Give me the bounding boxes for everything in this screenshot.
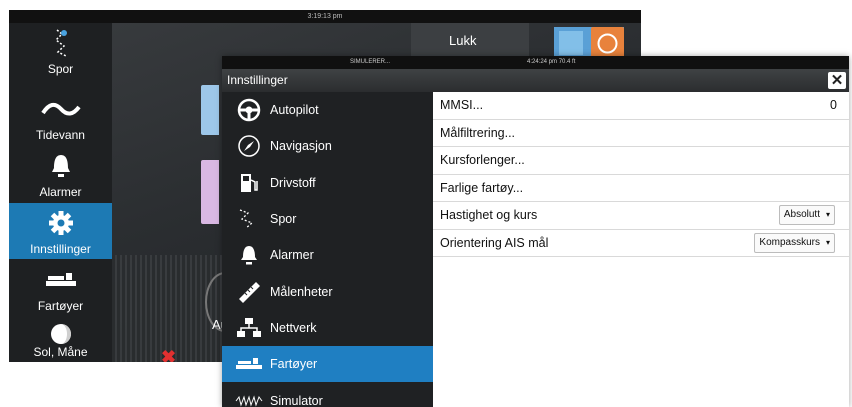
vessels-icon (9, 265, 112, 295)
simulator-icon (230, 386, 268, 407)
tile-sol-mane[interactable]: Sol, Måne (9, 317, 112, 362)
tile-label: Fartøyer (37, 299, 84, 313)
setting-row-course-extension[interactable]: Kursforlenger... (433, 147, 849, 175)
speed-course-dropdown[interactable]: Absolutt ▾ (778, 205, 835, 225)
menu-item-fartoyer[interactable]: Fartøyer (222, 346, 433, 383)
menu-item-drivstoff[interactable]: Drivstoff (222, 165, 433, 201)
background-status-bar: 3:19:13 pm (9, 10, 641, 23)
dropdown-value: Absolutt (783, 209, 820, 220)
tile-alarmer[interactable]: Alarmer (9, 146, 112, 202)
setting-label: MMSI... (440, 98, 484, 112)
tile-innstillinger[interactable]: Innstillinger (9, 203, 112, 259)
background-panel-edge (201, 160, 219, 224)
gear-icon (9, 208, 112, 238)
menu-item-label: Drivstoff (270, 175, 316, 190)
menu-item-label: Nettverk (270, 320, 317, 335)
ais-orientation-dropdown[interactable]: Kompasskurs ▾ (754, 232, 835, 253)
settings-dialog: SIMULERER... 4:24:24 pm 70.4 ft Innstill… (222, 56, 849, 407)
menu-item-label: Autopilot (270, 103, 319, 118)
close-icon: ✕ (830, 72, 844, 89)
setting-value: 0 (830, 98, 837, 112)
tile-label: Alarmer (39, 185, 82, 199)
alarm-x-icon: ✖ (161, 347, 177, 362)
dialog-title: Innstillinger (227, 73, 288, 87)
setting-row-target-filter[interactable]: Målfiltrering... (433, 120, 849, 147)
setting-label: Kursforlenger... (440, 153, 525, 167)
chart-thumbnail-icon (559, 31, 583, 55)
menu-item-label: Spor (270, 212, 297, 227)
menu-item-autopilot[interactable]: Autopilot (222, 92, 433, 128)
ruler-icon (230, 277, 268, 307)
close-button[interactable]: ✕ (828, 72, 846, 89)
settings-list: MMSI... 0 Målfiltrering... Kursforlenger… (433, 92, 849, 257)
setting-label: Målfiltrering... (440, 125, 516, 140)
bell-icon (9, 151, 112, 181)
menu-item-spor[interactable]: Spor (222, 201, 433, 237)
tile-label: Sol, Måne (33, 345, 88, 359)
menu-item-alarmer[interactable]: Alarmer (222, 237, 433, 273)
setting-row-mmsi[interactable]: MMSI... 0 (433, 92, 849, 120)
tile-label: Innstillinger (30, 242, 91, 256)
tile-spor[interactable]: Spor (9, 23, 112, 79)
setting-row-speed-course: Hastighet og kurs Absolutt ▾ (433, 202, 849, 230)
track-icon (9, 28, 112, 58)
background-close-button[interactable]: Lukk (411, 23, 529, 57)
fuel-icon (230, 168, 268, 198)
background-panel-edge (201, 85, 219, 135)
autopilot-icon (230, 95, 268, 125)
setting-label: Hastighet og kurs (440, 208, 538, 222)
tide-icon (9, 94, 112, 124)
status-bar: SIMULERER... 4:24:24 pm 70.4 ft (222, 56, 849, 69)
menu-item-label: Fartøyer (270, 357, 318, 372)
compass-icon (230, 131, 268, 161)
settings-menu: Autopilot Navigasjon Drivstoff Spor Alar… (222, 92, 433, 407)
menu-item-label: Navigasjon (270, 139, 332, 154)
menu-item-malenheter[interactable]: Målenheter (222, 273, 433, 309)
setting-row-ais-orientation: Orientering AIS mål Kompasskurs ▾ (433, 230, 849, 257)
tile-fartoyer[interactable]: Fartøyer (9, 260, 112, 316)
menu-item-label: Alarmer (270, 248, 314, 263)
menu-item-simulator[interactable]: Simulator (222, 382, 433, 407)
menu-item-label: Simulator (270, 393, 323, 407)
dialog-title-bar: Innstillinger ✕ (222, 69, 849, 92)
bell-icon (230, 240, 268, 270)
track-icon (230, 204, 268, 234)
tile-tidevann[interactable]: Tidevann (9, 89, 112, 145)
vessels-icon (230, 349, 268, 379)
time-depth-readout: 4:24:24 pm 70.4 ft (527, 59, 576, 65)
chevron-down-icon: ▾ (825, 237, 830, 247)
menu-item-nettverk[interactable]: Nettverk (222, 310, 433, 346)
simulation-status: SIMULERER... (350, 59, 391, 65)
menu-item-label: Målenheter (270, 284, 333, 299)
dropdown-value: Kompasskurs (759, 236, 820, 248)
background-sidebar: Spor Tidevann Alarmer Innstillinger Fart… (9, 23, 112, 362)
network-icon (230, 313, 268, 343)
setting-label: Farlige fartøy... (440, 180, 524, 195)
setting-label: Orientering AIS mål (440, 235, 549, 250)
menu-item-navigasjon[interactable]: Navigasjon (222, 128, 433, 164)
tile-label: Tidevann (36, 128, 85, 142)
background-clock: 3:19:13 pm (307, 13, 343, 20)
tile-label: Spor (47, 62, 74, 76)
setting-row-dangerous-vessels[interactable]: Farlige fartøy... (433, 175, 849, 202)
chevron-down-icon: ▾ (825, 210, 830, 219)
